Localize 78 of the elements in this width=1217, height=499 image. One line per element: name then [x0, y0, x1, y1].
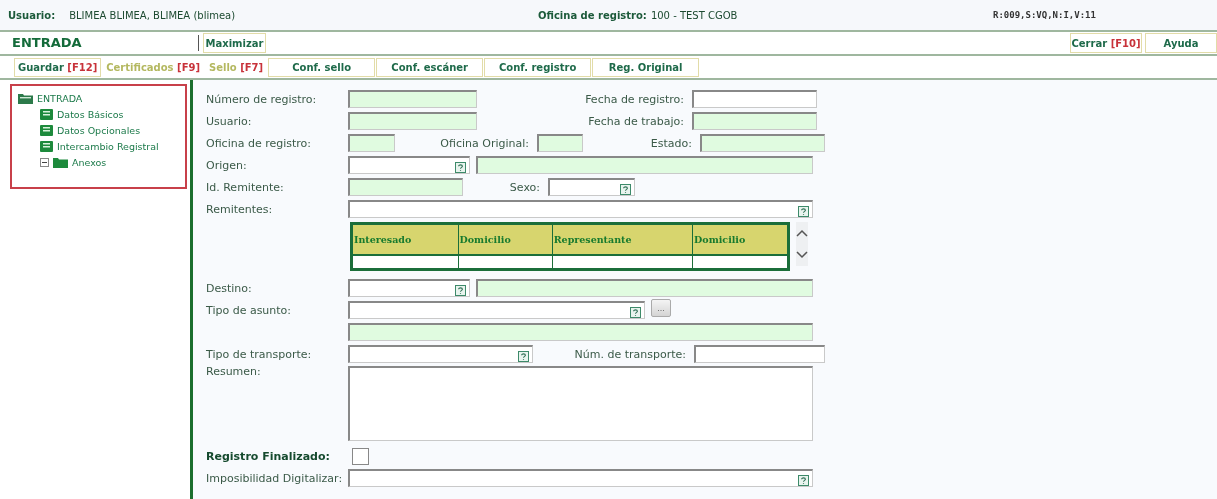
input-field[interactable]	[348, 323, 813, 341]
field-label: Remitentes:	[206, 202, 274, 216]
lookup-field[interactable]	[348, 469, 813, 487]
input-field[interactable]	[348, 178, 463, 196]
help-icon[interactable]	[620, 184, 631, 195]
help-icon[interactable]	[630, 307, 641, 318]
lookup-field[interactable]	[348, 200, 813, 218]
summary-textarea[interactable]	[348, 366, 813, 441]
field-label: Oficina Original:	[439, 136, 530, 150]
input-field[interactable]	[700, 134, 825, 152]
folder-icon	[53, 156, 68, 168]
tree-item[interactable]: Anexos	[72, 156, 107, 168]
field-label: Tipo de asunto:	[206, 303, 293, 317]
scroll-up-icon[interactable]	[796, 229, 808, 237]
field-label: Fecha de trabajo:	[587, 114, 685, 128]
checkbox[interactable]	[352, 447, 369, 465]
browse-button[interactable]: ...	[651, 299, 671, 317]
user-name: BLIMEA BLIMEA, BLIMEA (blimea)	[69, 9, 236, 21]
folder-icon	[18, 92, 33, 104]
user-label: Usuario:	[8, 9, 56, 21]
office-label: Oficina de registro:	[538, 9, 647, 21]
field-label: Origen:	[206, 158, 248, 172]
toolbar-button[interactable]: Reg. Original	[592, 57, 700, 77]
help-icon[interactable]	[455, 162, 466, 173]
toolbar-button[interactable]: Conf. escáner	[376, 57, 484, 77]
screen-title: ENTRADA	[12, 35, 199, 51]
scroll-down-icon[interactable]	[796, 251, 808, 259]
field-label: Fecha de registro:	[584, 92, 685, 106]
help-icon[interactable]	[518, 351, 529, 362]
field-label: Usuario:	[206, 114, 253, 128]
input-field[interactable]	[348, 112, 477, 130]
help-icon[interactable]	[798, 206, 809, 217]
column-header: Domicilio	[692, 223, 789, 255]
field-label: Id. Remitente:	[206, 180, 285, 194]
lookup-field[interactable]	[348, 156, 470, 174]
input-field[interactable]	[537, 134, 583, 152]
input-field[interactable]	[694, 345, 825, 363]
lookup-field[interactable]	[548, 178, 635, 196]
field-label: Imposibilidad Digitalizar:	[206, 471, 342, 485]
toolbar-button[interactable]: Conf. sello	[268, 57, 376, 77]
help-icon[interactable]	[798, 475, 809, 486]
column-header: Domicilio	[458, 223, 553, 255]
lookup-field[interactable]	[348, 345, 533, 363]
field-label: Resumen:	[206, 365, 262, 378]
tree-item[interactable]: ENTRADA	[37, 92, 83, 104]
collapse-icon[interactable]	[40, 157, 49, 167]
toolbar-button[interactable]: Cerrar [F10]	[1070, 33, 1142, 53]
input-field[interactable]	[348, 90, 477, 108]
field-label: Tipo de transporte:	[206, 347, 313, 361]
column-header: Representante	[552, 223, 693, 255]
toolbar-button[interactable]: Ayuda	[1145, 33, 1217, 53]
help-icon[interactable]	[455, 285, 466, 296]
input-field[interactable]	[476, 156, 813, 174]
book-icon	[40, 140, 53, 152]
field-label: Registro Finalizado:	[206, 449, 331, 463]
field-label: Núm. de transporte:	[573, 347, 687, 361]
tree-item[interactable]: Datos Opcionales	[57, 124, 141, 136]
lookup-field[interactable]	[348, 279, 470, 297]
toolbar-button[interactable]: Guardar [F12]	[14, 57, 102, 77]
field-label: Sexo:	[508, 180, 541, 194]
input-field[interactable]	[692, 90, 817, 108]
input-field[interactable]	[692, 112, 817, 130]
field-label: Estado:	[649, 136, 693, 150]
input-field[interactable]	[348, 134, 395, 152]
lookup-field[interactable]	[348, 301, 645, 319]
maximize-button[interactable]: Maximizar	[203, 33, 266, 53]
field-label: Destino:	[206, 281, 253, 295]
input-field[interactable]	[476, 279, 813, 297]
column-header: Interesado	[351, 223, 459, 255]
toolbar-button[interactable]: Conf. registro	[484, 57, 592, 77]
book-icon	[40, 124, 53, 136]
version-text: R:009,S:VQ,N:I,V:11	[993, 10, 1097, 20]
office-name: 100 - TEST CGOB	[650, 9, 738, 21]
book-icon	[40, 108, 53, 120]
field-label: Número de registro:	[206, 92, 318, 106]
tree-item[interactable]: Datos Básicos	[57, 108, 124, 120]
tree-item[interactable]: Intercambio Registral	[57, 140, 159, 152]
field-label: Oficina de registro:	[206, 136, 312, 150]
